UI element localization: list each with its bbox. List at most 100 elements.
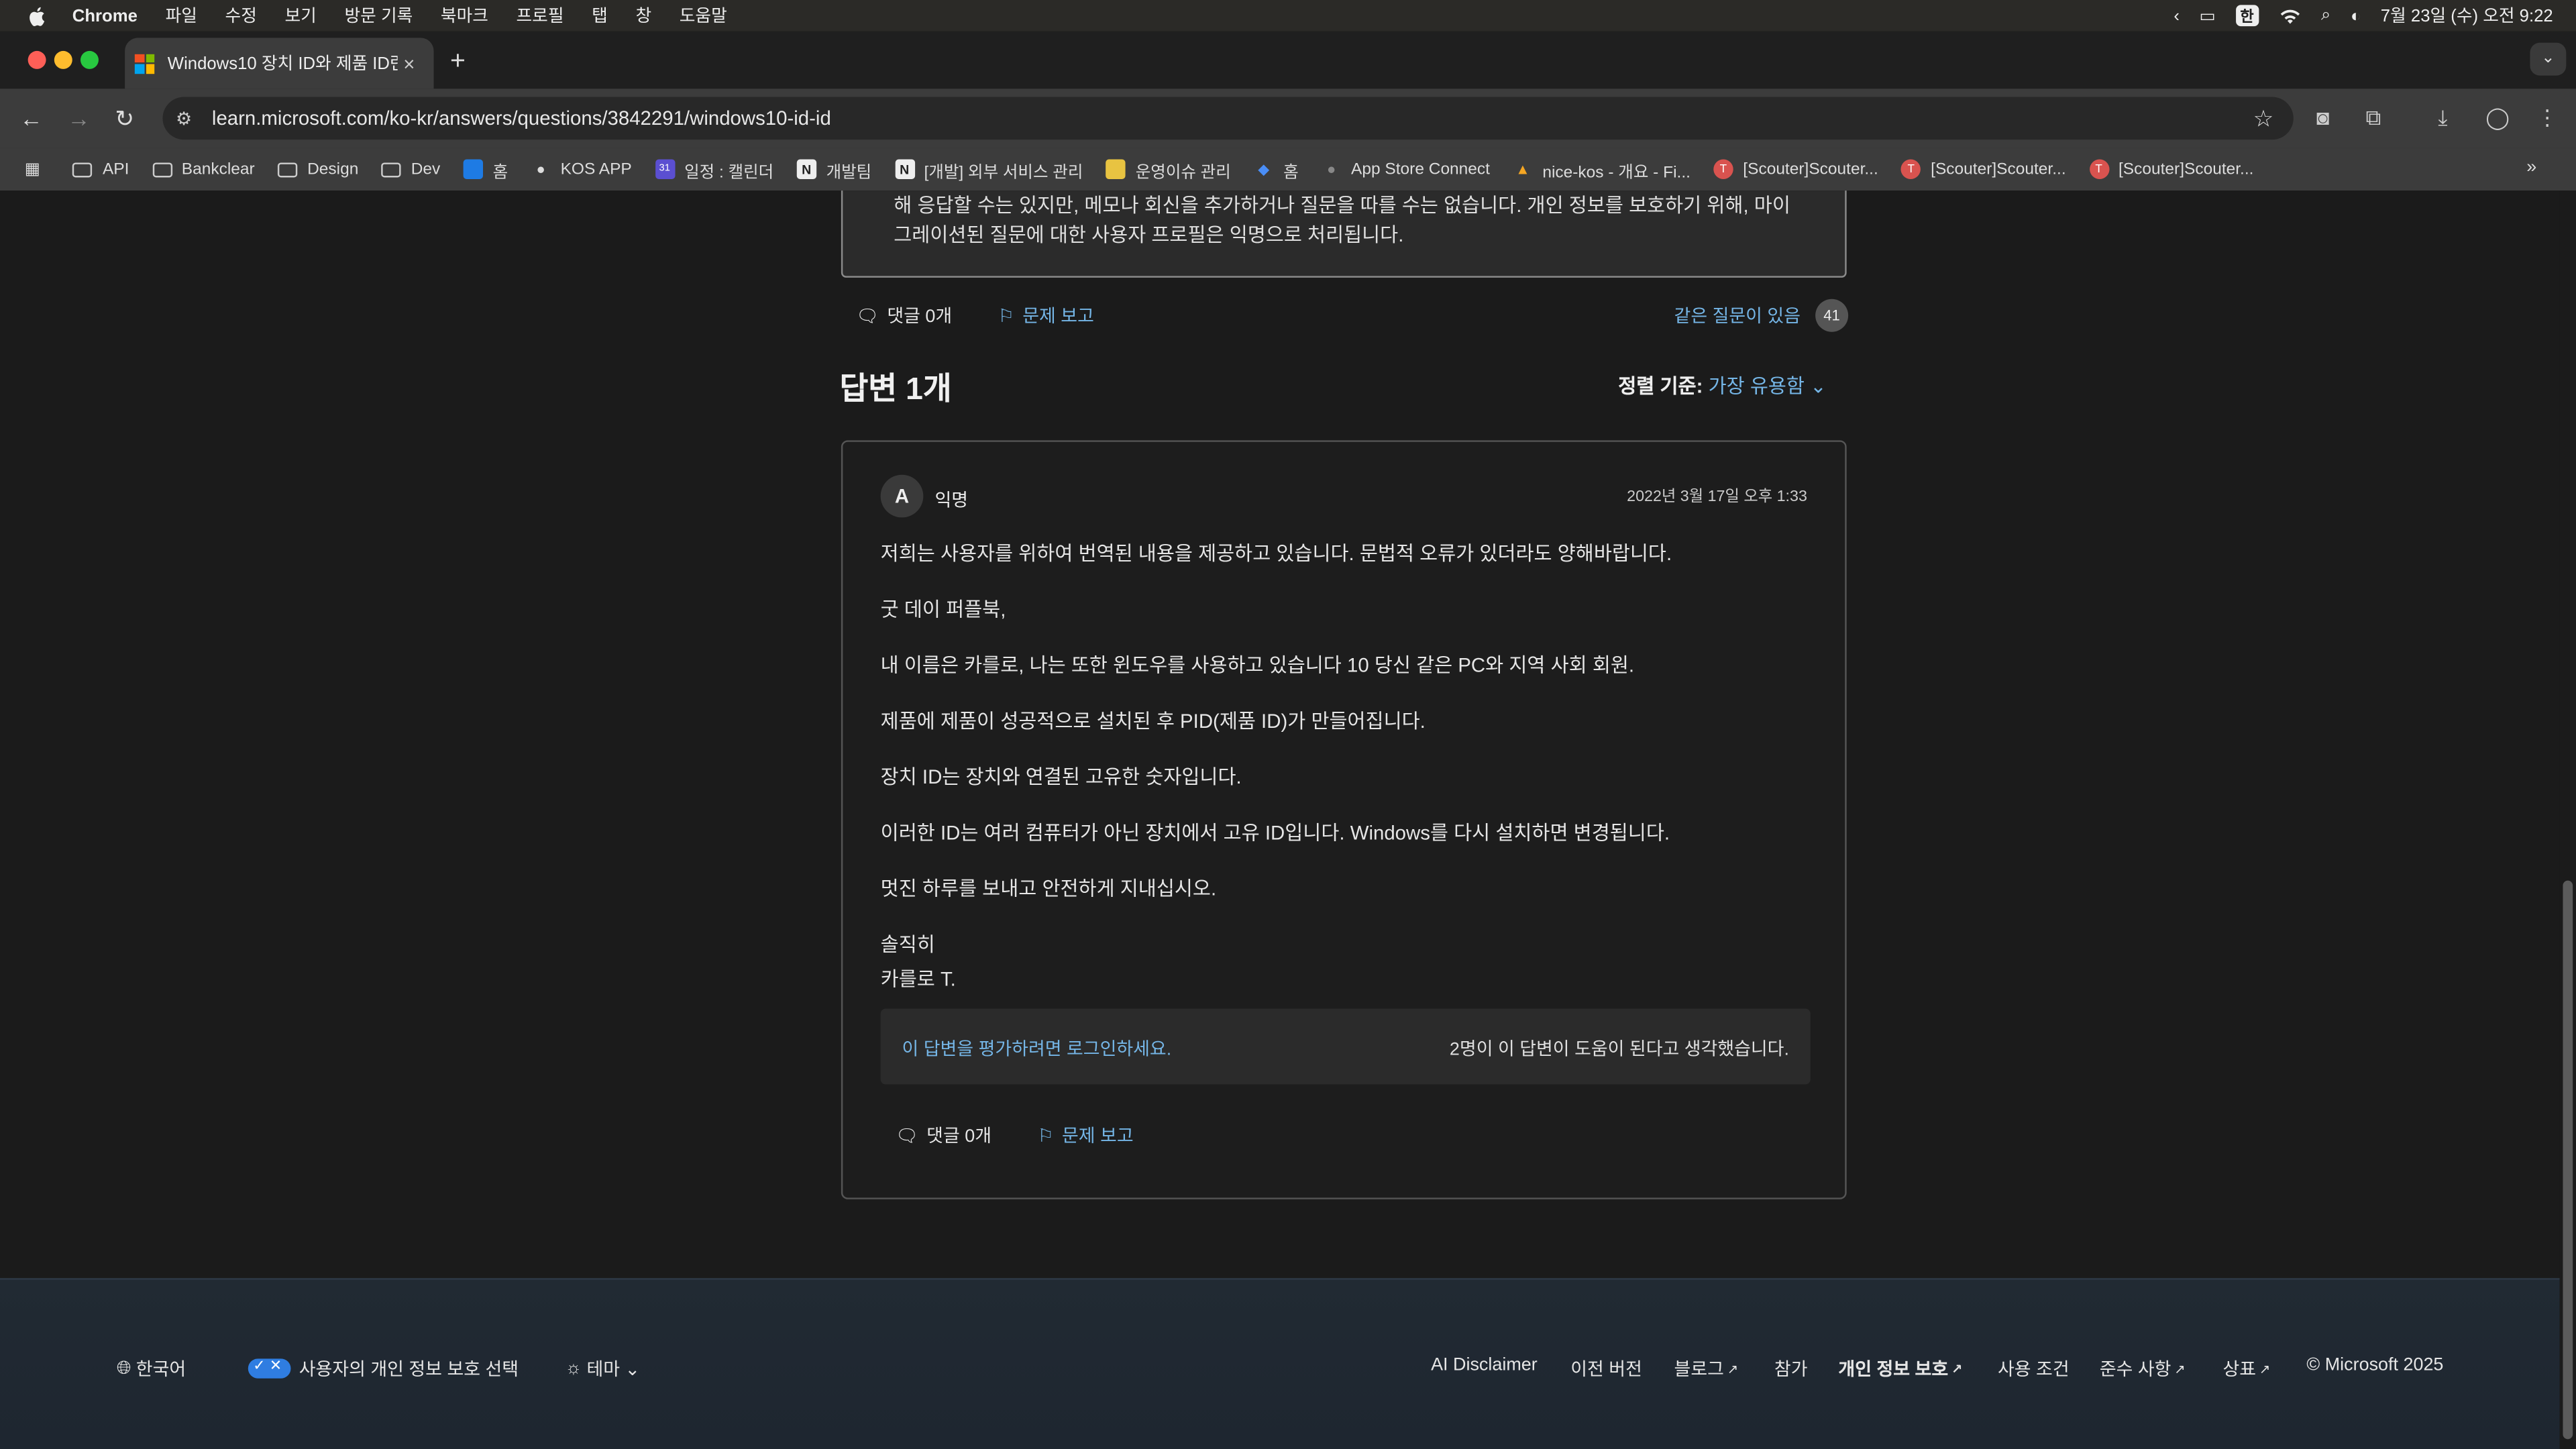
bookmark-label: Design bbox=[307, 160, 359, 178]
menu-app-name[interactable]: Chrome bbox=[72, 6, 138, 25]
theme-dropdown[interactable]: ☼ 테마 ⌄ bbox=[565, 1355, 640, 1381]
footer-link-ai-disclaimer[interactable]: AI Disclaimer bbox=[1431, 1355, 1538, 1375]
new-tab-button[interactable]: + bbox=[450, 48, 466, 77]
question-comments-button[interactable]: 🗨︎ 댓글 0개 bbox=[856, 303, 952, 329]
bookmark-dev-team[interactable]: N 개발팀 bbox=[796, 157, 871, 182]
privacy-choices-label: 사용자의 개인 정보 보호 선택 bbox=[299, 1360, 519, 1381]
same-question-button[interactable]: 같은 질문이 있음 41 bbox=[1674, 299, 1849, 332]
footer-link-privacy[interactable]: 개인 정보 보호 ↗ bbox=[1838, 1355, 1962, 1381]
answer-report-button[interactable]: ⚐ 문제 보고 bbox=[1038, 1122, 1134, 1148]
bookmarks-overflow-chevron-icon[interactable]: » bbox=[2526, 158, 2536, 177]
footer-link-previous-versions[interactable]: 이전 버전 bbox=[1570, 1355, 1642, 1381]
bookmark-scouter-3[interactable]: T [Scouter]Scouter... bbox=[2088, 159, 2253, 179]
privacy-toggle-icon bbox=[248, 1357, 291, 1379]
site-info-icon[interactable]: ⚙ bbox=[176, 107, 199, 129]
bookmark-scouter-1[interactable]: T [Scouter]Scouter... bbox=[1713, 159, 1878, 179]
bookmark-trello-home[interactable]: 홈 bbox=[463, 157, 508, 182]
answer-paragraph: 제품에 제품이 성공적으로 설치된 후 PID(제품 ID)가 만들어집니다. bbox=[880, 709, 1426, 733]
extensions-puzzle-icon[interactable]: ⧉ bbox=[2366, 105, 2381, 131]
footer-link-compliance[interactable]: 준수 사항 ↗ bbox=[2100, 1355, 2186, 1381]
menu-tab[interactable]: 탭 bbox=[592, 3, 608, 28]
bookmark-kos-app[interactable]: ● KOS APP bbox=[531, 160, 632, 179]
menu-bookmarks[interactable]: 북마크 bbox=[441, 3, 488, 28]
scrollbar-thumb[interactable] bbox=[2563, 880, 2573, 1440]
bookmark-calendar[interactable]: 31 일정 : 캘린더 bbox=[655, 157, 773, 182]
bookmark-dev[interactable]: Dev bbox=[381, 160, 441, 179]
comment-icon: 🗨︎ bbox=[895, 1126, 918, 1146]
chevron-down-icon: ⌄ bbox=[1810, 374, 1827, 398]
control-center-icon[interactable]: ◐ bbox=[2351, 6, 2361, 25]
footer-link-blog[interactable]: 블로그 ↗ bbox=[1674, 1355, 1739, 1381]
kebab-menu-icon[interactable]: ⋮ bbox=[2536, 105, 2558, 131]
bookmark-app-store-connect[interactable]: ● App Store Connect bbox=[1322, 160, 1490, 179]
privacy-choices-link[interactable]: 사용자의 개인 정보 보호 선택 bbox=[248, 1355, 519, 1381]
apps-grid-icon[interactable]: ▦ bbox=[25, 160, 40, 178]
footer-link-trademarks[interactable]: 상표 ↗ bbox=[2222, 1355, 2270, 1381]
web-page: 해 응답할 수는 있지만, 메모나 회신을 추가하거나 질문을 따를 수는 없습… bbox=[0, 191, 2576, 1449]
sun-icon: ☼ bbox=[565, 1358, 582, 1379]
chevron-left-icon[interactable]: ‹ bbox=[2174, 6, 2180, 25]
reload-icon[interactable]: ↻ bbox=[115, 105, 134, 133]
menubar-clock[interactable]: 7월 23일 (수) 오전 9:22 bbox=[2381, 3, 2553, 28]
forward-arrow-icon[interactable]: → bbox=[67, 105, 90, 131]
trello-icon bbox=[463, 159, 483, 179]
menu-edit[interactable]: 수정 bbox=[225, 3, 257, 28]
bookmark-external-services[interactable]: N [개발] 외부 서비스 관리 bbox=[894, 157, 1083, 182]
firebase-icon: ▲ bbox=[1515, 161, 1530, 178]
bookmark-star-icon[interactable]: ☆ bbox=[2253, 105, 2274, 133]
window-minimize-button[interactable] bbox=[54, 50, 72, 69]
answer-author[interactable]: 익명 bbox=[934, 486, 968, 513]
menu-history[interactable]: 방문 기록 bbox=[344, 3, 413, 28]
address-bar[interactable]: ⚙ learn.microsoft.com/ko-kr/answers/ques… bbox=[162, 97, 2294, 140]
answer-comments-button[interactable]: 🗨︎ 댓글 0개 bbox=[896, 1122, 991, 1148]
notion-icon: N bbox=[894, 159, 914, 179]
spotlight-search-icon[interactable]: ⌕ bbox=[2321, 5, 2330, 26]
menu-profile[interactable]: 프로필 bbox=[517, 3, 564, 28]
scouter-icon: T bbox=[1901, 159, 1921, 179]
external-link-icon: ↗ bbox=[1951, 1360, 1963, 1377]
bookmark-label: [Scouter]Scouter... bbox=[1743, 160, 1878, 178]
question-report-button[interactable]: ⚐ 문제 보고 bbox=[998, 303, 1094, 329]
menu-window[interactable]: 창 bbox=[635, 3, 651, 28]
camera-icon[interactable]: ◙ bbox=[2316, 105, 2329, 130]
bookmark-label: Dev bbox=[411, 160, 441, 178]
menu-view[interactable]: 보기 bbox=[285, 3, 317, 28]
active-tab[interactable]: Windows10 장치 ID와 제품 ID란 × bbox=[125, 38, 434, 89]
footer-link-label: 개인 정보 보호 bbox=[1838, 1360, 1949, 1381]
footer-link-contribute[interactable]: 참가 bbox=[1774, 1355, 1808, 1381]
back-arrow-icon[interactable]: ← bbox=[19, 105, 42, 131]
login-to-rate-link[interactable]: 이 답변을 평가하려면 로그인하세요. bbox=[902, 1035, 1172, 1061]
apple-menu-icon[interactable] bbox=[26, 4, 49, 27]
answer-actions: 🗨︎ 댓글 0개 ⚐ 문제 보고 bbox=[896, 1122, 1180, 1148]
tab-close-icon[interactable]: × bbox=[398, 52, 421, 74]
bookmark-firebase[interactable]: ▲ nice-kos - 개요 - Fi... bbox=[1513, 157, 1690, 182]
download-icon[interactable]: ⤓ bbox=[2438, 105, 2447, 131]
sort-label: 정렬 기준: bbox=[1618, 374, 1703, 398]
keyboard-icon[interactable]: ▭ bbox=[2199, 6, 2215, 25]
notion-icon: N bbox=[796, 159, 816, 179]
tab-search-button[interactable]: ⌄ bbox=[2530, 42, 2567, 76]
bookmark-ops-issues[interactable]: 운영이슈 관리 bbox=[1106, 157, 1231, 182]
bookmark-label: Bankclear bbox=[181, 160, 255, 178]
bookmark-api[interactable]: API bbox=[72, 160, 129, 179]
answer-paragraph: 내 이름은 카를로, 나는 또한 윈도우를 사용하고 있습니다 10 당신 같은… bbox=[880, 653, 1635, 677]
bookmark-design[interactable]: Design bbox=[277, 160, 359, 179]
bookmark-jira-home[interactable]: ◆ 홈 bbox=[1254, 157, 1298, 182]
language-selector[interactable]: 🌐︎ 한국어 bbox=[117, 1355, 186, 1381]
sort-dropdown[interactable]: 정렬 기준: 가장 유용함 ⌄ bbox=[1618, 371, 1827, 399]
wifi-icon[interactable] bbox=[2278, 7, 2301, 23]
bookmark-scouter-2[interactable]: T [Scouter]Scouter... bbox=[1901, 159, 2066, 179]
profile-avatar-icon[interactable]: ◯ bbox=[2485, 105, 2510, 131]
footer-link-terms[interactable]: 사용 조건 bbox=[1998, 1355, 2070, 1381]
menu-help[interactable]: 도움말 bbox=[680, 3, 727, 28]
input-source-badge[interactable]: 한 bbox=[2235, 5, 2259, 27]
report-label: 문제 보고 bbox=[1062, 1127, 1134, 1147]
menu-file[interactable]: 파일 bbox=[166, 3, 197, 28]
url-text[interactable]: learn.microsoft.com/ko-kr/answers/questi… bbox=[212, 107, 831, 129]
window-close-button[interactable] bbox=[28, 50, 46, 69]
bookmark-bankclear[interactable]: Bankclear bbox=[152, 160, 255, 179]
page-scrollbar[interactable] bbox=[2559, 191, 2576, 1449]
question-actions: 🗨︎ 댓글 0개 ⚐ 문제 보고 bbox=[856, 303, 1140, 329]
chevron-down-icon: ⌄ bbox=[625, 1359, 641, 1379]
window-zoom-button[interactable] bbox=[80, 50, 99, 69]
